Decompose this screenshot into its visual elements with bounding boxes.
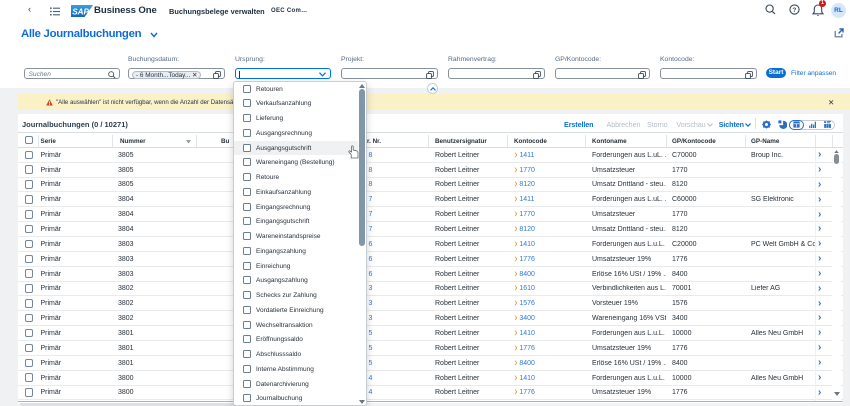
svg-text:SAP: SAP [72, 7, 89, 16]
svg-text:?: ? [792, 7, 796, 14]
